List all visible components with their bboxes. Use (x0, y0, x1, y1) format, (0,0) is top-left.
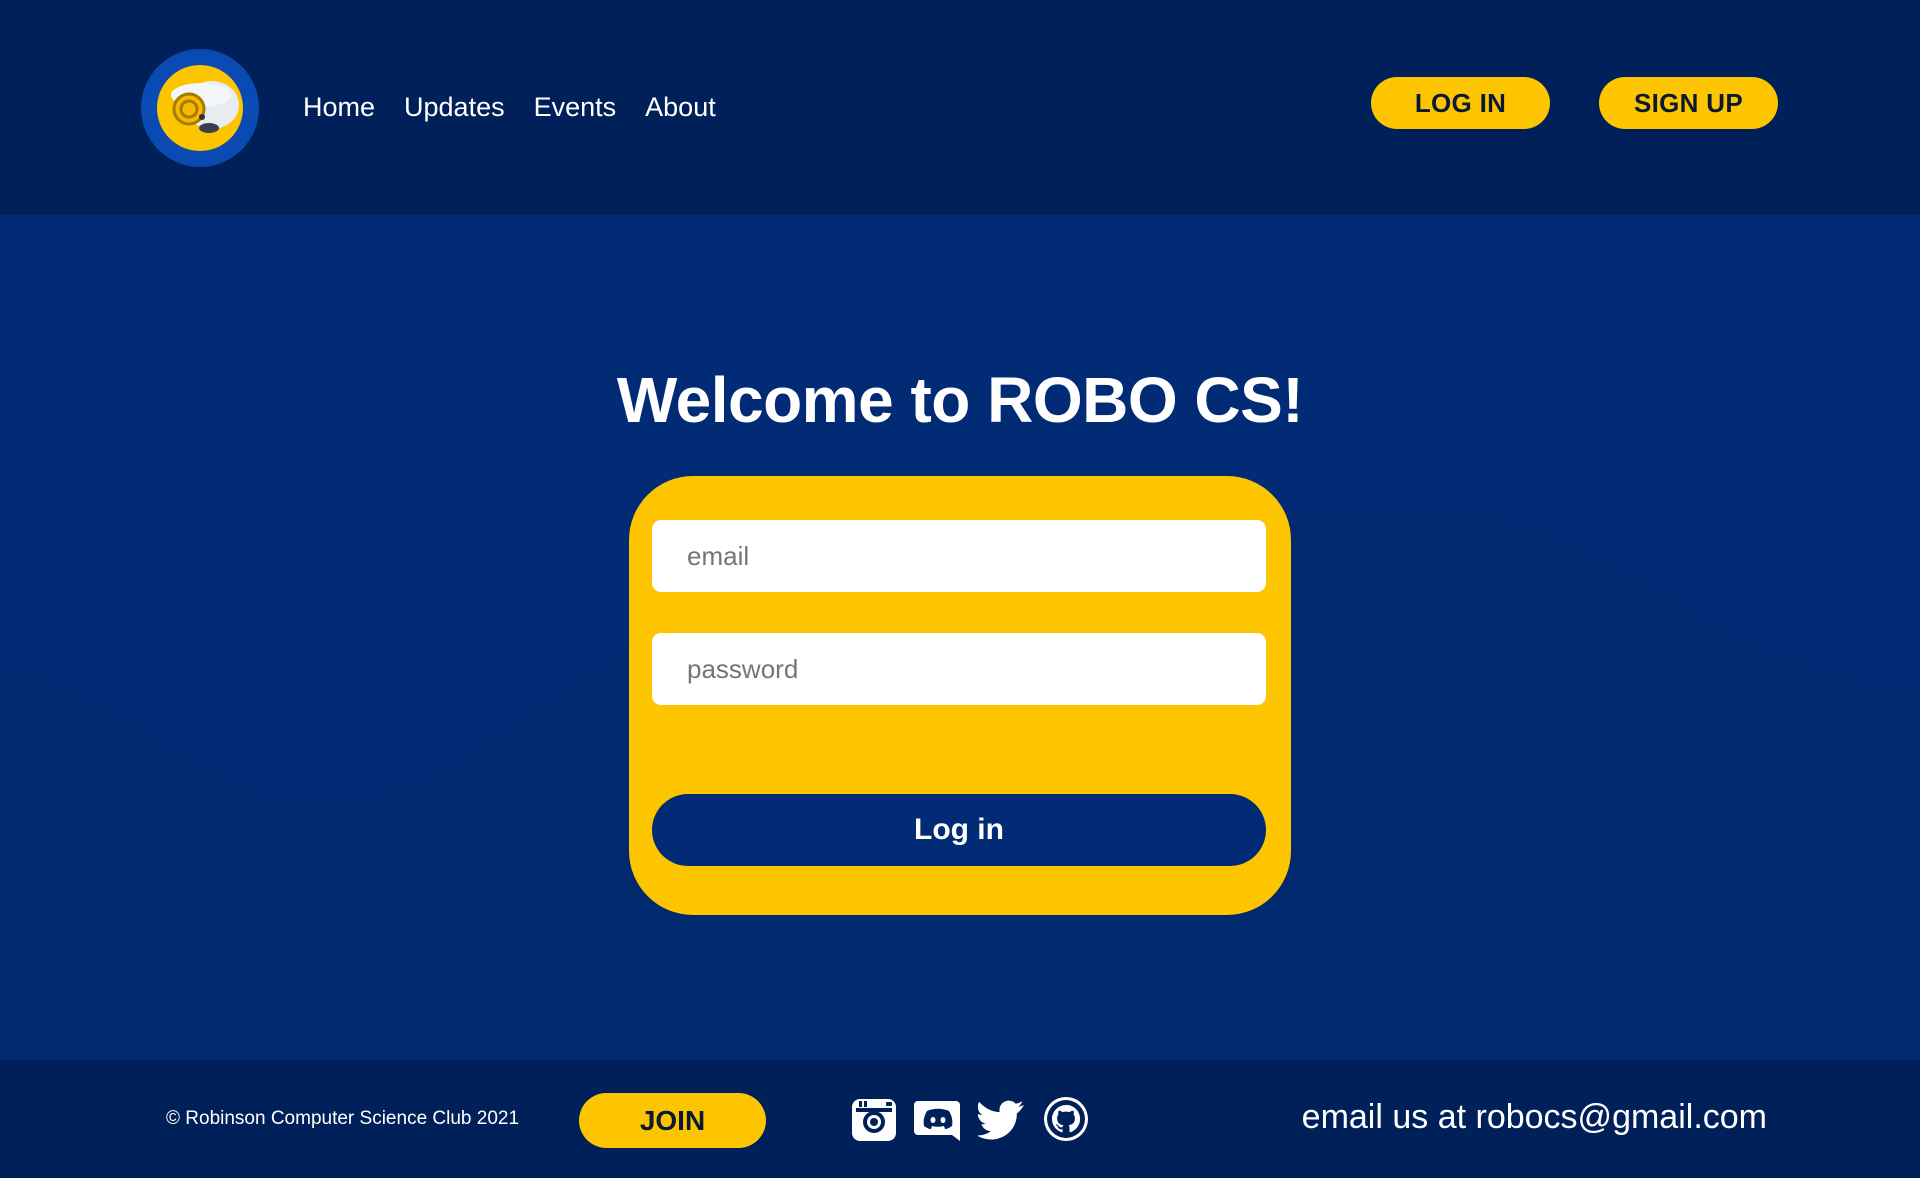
nav-about[interactable]: About (645, 88, 716, 126)
email-field[interactable] (652, 520, 1266, 592)
social-links (850, 1095, 1090, 1143)
page-title: Welcome to ROBO CS! (616, 364, 1304, 436)
site-header: Home Updates Events About LOG IN SIGN UP (0, 0, 1920, 215)
login-submit-button[interactable]: Log in (652, 794, 1266, 866)
discord-icon[interactable] (914, 1095, 962, 1143)
instagram-icon[interactable] (850, 1095, 898, 1143)
ram-logo[interactable] (141, 49, 259, 167)
ram-logo-icon (157, 65, 243, 151)
password-field[interactable] (652, 633, 1266, 705)
header-signup-button[interactable]: SIGN UP (1599, 77, 1778, 129)
header-login-button[interactable]: LOG IN (1371, 77, 1550, 129)
nav-events[interactable]: Events (534, 88, 617, 126)
login-form: Log in (629, 476, 1291, 915)
nav-home[interactable]: Home (303, 88, 375, 126)
github-icon[interactable] (1042, 1095, 1090, 1143)
site-footer: © Robinson Computer Science Club 2021 JO… (0, 1060, 1920, 1178)
main-section: Welcome to ROBO CS! Log in (0, 215, 1920, 1060)
join-button[interactable]: JOIN (579, 1093, 766, 1148)
nav-updates[interactable]: Updates (404, 88, 505, 126)
contact-email[interactable]: email us at robocs@gmail.com (1302, 1098, 1767, 1137)
main-nav: Home Updates Events About (303, 88, 716, 126)
page: Home Updates Events About LOG IN SIGN UP… (0, 0, 1920, 1178)
copyright-text: © Robinson Computer Science Club 2021 (166, 1108, 520, 1129)
twitter-icon[interactable] (978, 1095, 1026, 1143)
